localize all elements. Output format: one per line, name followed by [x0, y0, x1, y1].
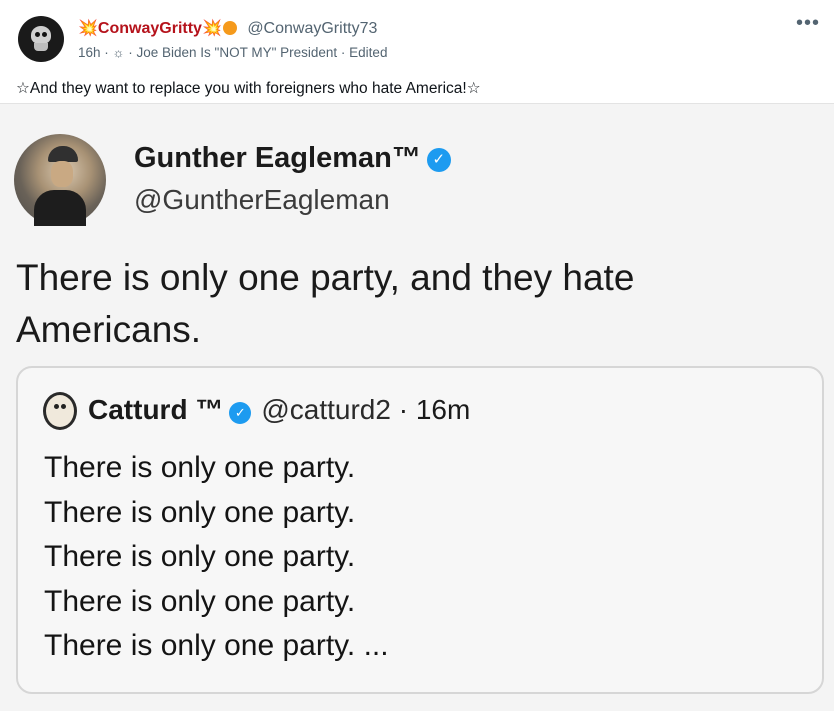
quote-line: There is only one party. [44, 495, 356, 529]
author-avatar[interactable] [18, 16, 64, 62]
image-post-text: There is only one party, and they hate A… [16, 257, 635, 350]
quote-line: There is only one party. [44, 540, 356, 573]
quote-time: 16m [415, 394, 471, 425]
author-line: 💥ConwayGritty💥 @ConwayGritty73 [78, 18, 377, 38]
edited-label: Edited [349, 45, 388, 60]
quote-author-handle: @catturd2 [261, 394, 391, 425]
post-time[interactable]: 16h [78, 45, 101, 60]
quote-line: There is only one party. [44, 451, 356, 484]
more-options-button[interactable]: ••• [796, 13, 820, 33]
verified-badge-icon: ✓ [426, 148, 451, 172]
quote-header: Catturd ™ ✓ @catturd2 · 16m [88, 394, 471, 425]
quoted-author-avatar [14, 134, 106, 226]
skull-icon [31, 26, 51, 44]
quote-line: There is only one party. [44, 584, 356, 618]
author-display-name[interactable]: 💥ConwayGritty💥 [78, 20, 237, 37]
orange-circle-icon [222, 21, 237, 35]
image-author-handle: @GuntherEagleman [134, 184, 390, 215]
post-text: ☆And they want to replace you with forei… [16, 80, 481, 97]
author-handle[interactable]: @ConwayGritty73 [247, 20, 377, 37]
image-author-name: Gunther Eagleman™ ✓ [134, 142, 451, 175]
verified-badge-icon: ✓ [229, 402, 252, 424]
post-meta: 16h · ☼ · Joe Biden Is "NOT MY" Presiden… [78, 45, 388, 60]
post-image[interactable]: Gunther Eagleman™ ✓ @GuntherEagleman Ther… [0, 103, 834, 711]
quote-text: There is only one party. There is only o… [44, 446, 389, 669]
post-header: 💥ConwayGritty💥 @ConwayGritty73 16h · ☼ ·… [0, 0, 834, 70]
quote-author-avatar [43, 392, 77, 430]
globe-icon: ☼ [112, 45, 125, 60]
quote-author-name: Catturd ™ [88, 394, 224, 425]
image-quote-card: Catturd ™ ✓ @catturd2 · 16m There is only … [16, 366, 824, 694]
quote-line: There is only one party. ... [44, 629, 389, 662]
community-name[interactable]: Joe Biden Is "NOT MY" President [136, 45, 337, 60]
